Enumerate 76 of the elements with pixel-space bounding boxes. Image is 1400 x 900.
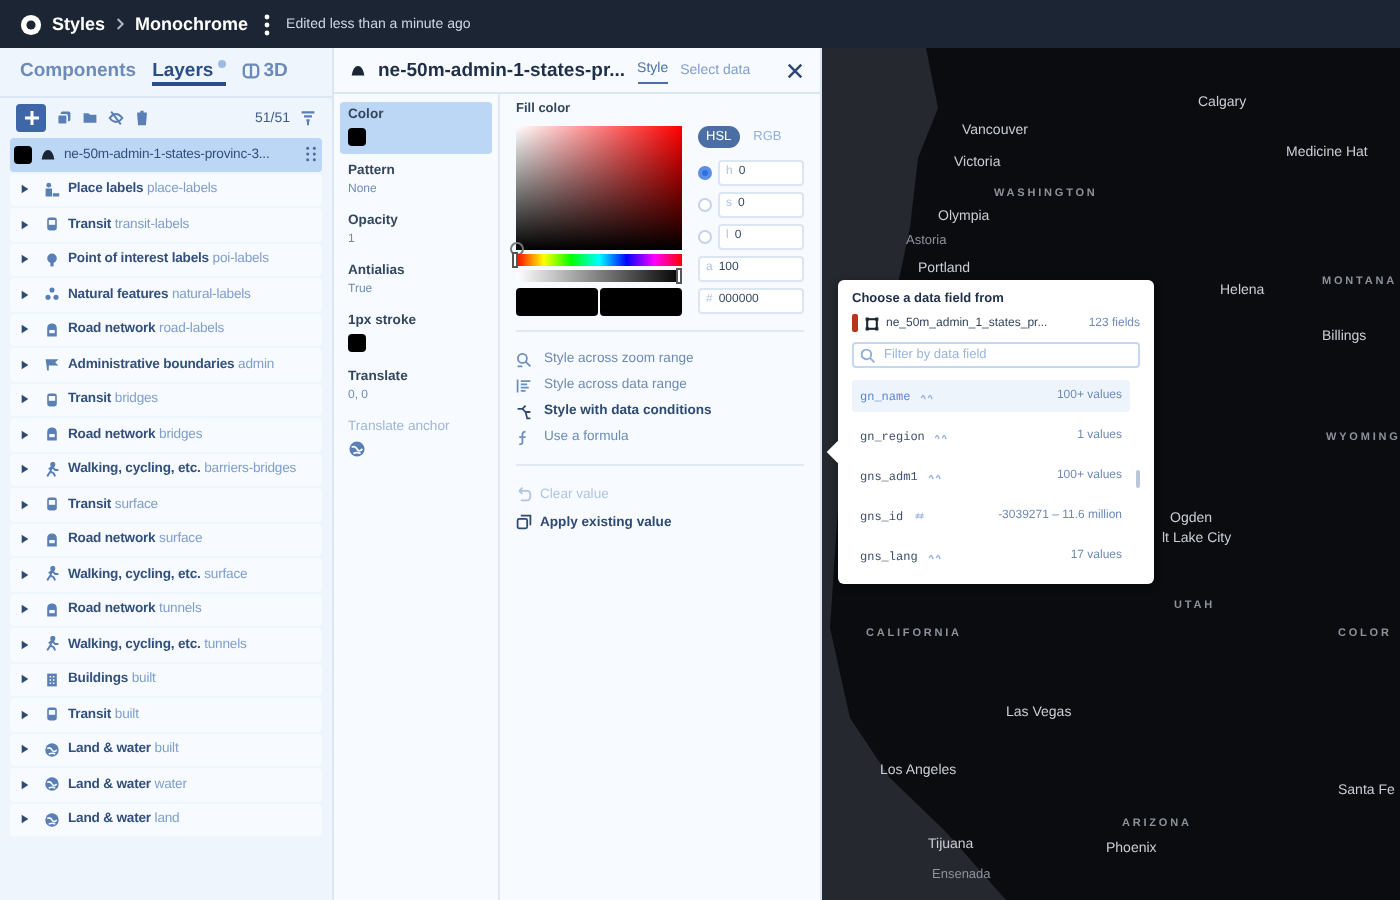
channel-radio[interactable] xyxy=(698,165,712,179)
undo-icon xyxy=(516,486,532,502)
polygon-icon xyxy=(864,315,880,331)
channel-radio[interactable] xyxy=(698,197,712,211)
bus-icon xyxy=(44,391,60,408)
caret-icon[interactable] xyxy=(20,639,30,650)
pin-icon xyxy=(44,251,60,268)
caret-icon[interactable] xyxy=(20,394,30,405)
bus-icon xyxy=(44,216,60,233)
caret-icon[interactable] xyxy=(20,534,30,545)
globe-icon xyxy=(44,776,60,793)
hash-icon xyxy=(913,512,928,520)
color-gradient[interactable] xyxy=(516,126,682,250)
building-icon xyxy=(44,671,60,688)
globe-icon xyxy=(44,741,60,758)
walker-icon xyxy=(44,636,60,653)
caret-icon[interactable] xyxy=(20,604,30,615)
alpha-slider[interactable] xyxy=(516,270,682,282)
dots-icon xyxy=(44,286,60,303)
globe-icon xyxy=(44,811,60,828)
copy-icon xyxy=(516,514,532,530)
alpha-thumb[interactable] xyxy=(676,268,682,284)
branch-icon xyxy=(516,403,532,419)
color-swatch xyxy=(14,145,32,164)
search-icon xyxy=(860,348,876,364)
mound-icon xyxy=(350,62,366,78)
scrollbar-thumb[interactable] xyxy=(1136,470,1140,488)
plus-icon xyxy=(23,110,39,126)
logo-icon[interactable] xyxy=(20,13,42,35)
caret-icon[interactable] xyxy=(20,499,30,510)
chevron-right-icon xyxy=(115,16,126,32)
folder-icon[interactable] xyxy=(82,110,98,126)
filter-icon[interactable] xyxy=(300,110,316,126)
mound-icon xyxy=(40,146,56,163)
hue-thumb[interactable] xyxy=(512,252,518,268)
delete-icon[interactable] xyxy=(134,110,150,126)
bus-icon xyxy=(44,496,60,513)
function-icon xyxy=(516,429,532,445)
bus-icon xyxy=(44,706,60,723)
caret-icon[interactable] xyxy=(20,429,30,440)
caret-icon[interactable] xyxy=(20,569,30,580)
caret-icon[interactable] xyxy=(20,814,30,825)
bars-icon xyxy=(516,377,532,393)
old-color-swatch xyxy=(600,288,682,316)
caret-icon[interactable] xyxy=(20,324,30,335)
style-name[interactable]: Monochrome xyxy=(135,14,249,34)
caret-icon[interactable] xyxy=(20,359,30,370)
layer-title: ne-50m-admin-1-states-pr... xyxy=(378,59,626,81)
caret-icon[interactable] xyxy=(20,744,30,755)
new-color-swatch xyxy=(516,288,598,316)
cube-icon xyxy=(241,62,260,80)
source-color-bar xyxy=(852,314,858,332)
caret-icon[interactable] xyxy=(20,779,30,790)
caret-icon[interactable] xyxy=(20,219,30,230)
duplicate-icon[interactable] xyxy=(56,110,72,126)
caret-icon[interactable] xyxy=(20,464,30,475)
globe-icon xyxy=(348,440,366,458)
person-label-icon xyxy=(44,181,60,198)
zoom-icon xyxy=(516,351,532,367)
hue-slider[interactable] xyxy=(516,254,682,266)
channel-radio[interactable] xyxy=(698,229,712,243)
flag-icon xyxy=(44,356,60,373)
caret-icon[interactable] xyxy=(20,709,30,720)
add-layer-button[interactable] xyxy=(16,104,46,132)
drag-handle-icon[interactable] xyxy=(306,146,316,163)
close-icon[interactable] xyxy=(786,61,804,79)
caret-icon[interactable] xyxy=(20,254,30,265)
walker-icon xyxy=(44,461,60,478)
breadcrumb-link[interactable]: Styles xyxy=(52,14,106,34)
caret-icon[interactable] xyxy=(20,289,30,300)
panel-tab[interactable]: Layers xyxy=(152,60,226,86)
hide-icon[interactable] xyxy=(108,110,124,126)
caret-icon[interactable] xyxy=(20,184,30,195)
caret-icon[interactable] xyxy=(20,674,30,685)
walker-icon xyxy=(44,566,60,583)
more-icon[interactable] xyxy=(264,13,271,35)
